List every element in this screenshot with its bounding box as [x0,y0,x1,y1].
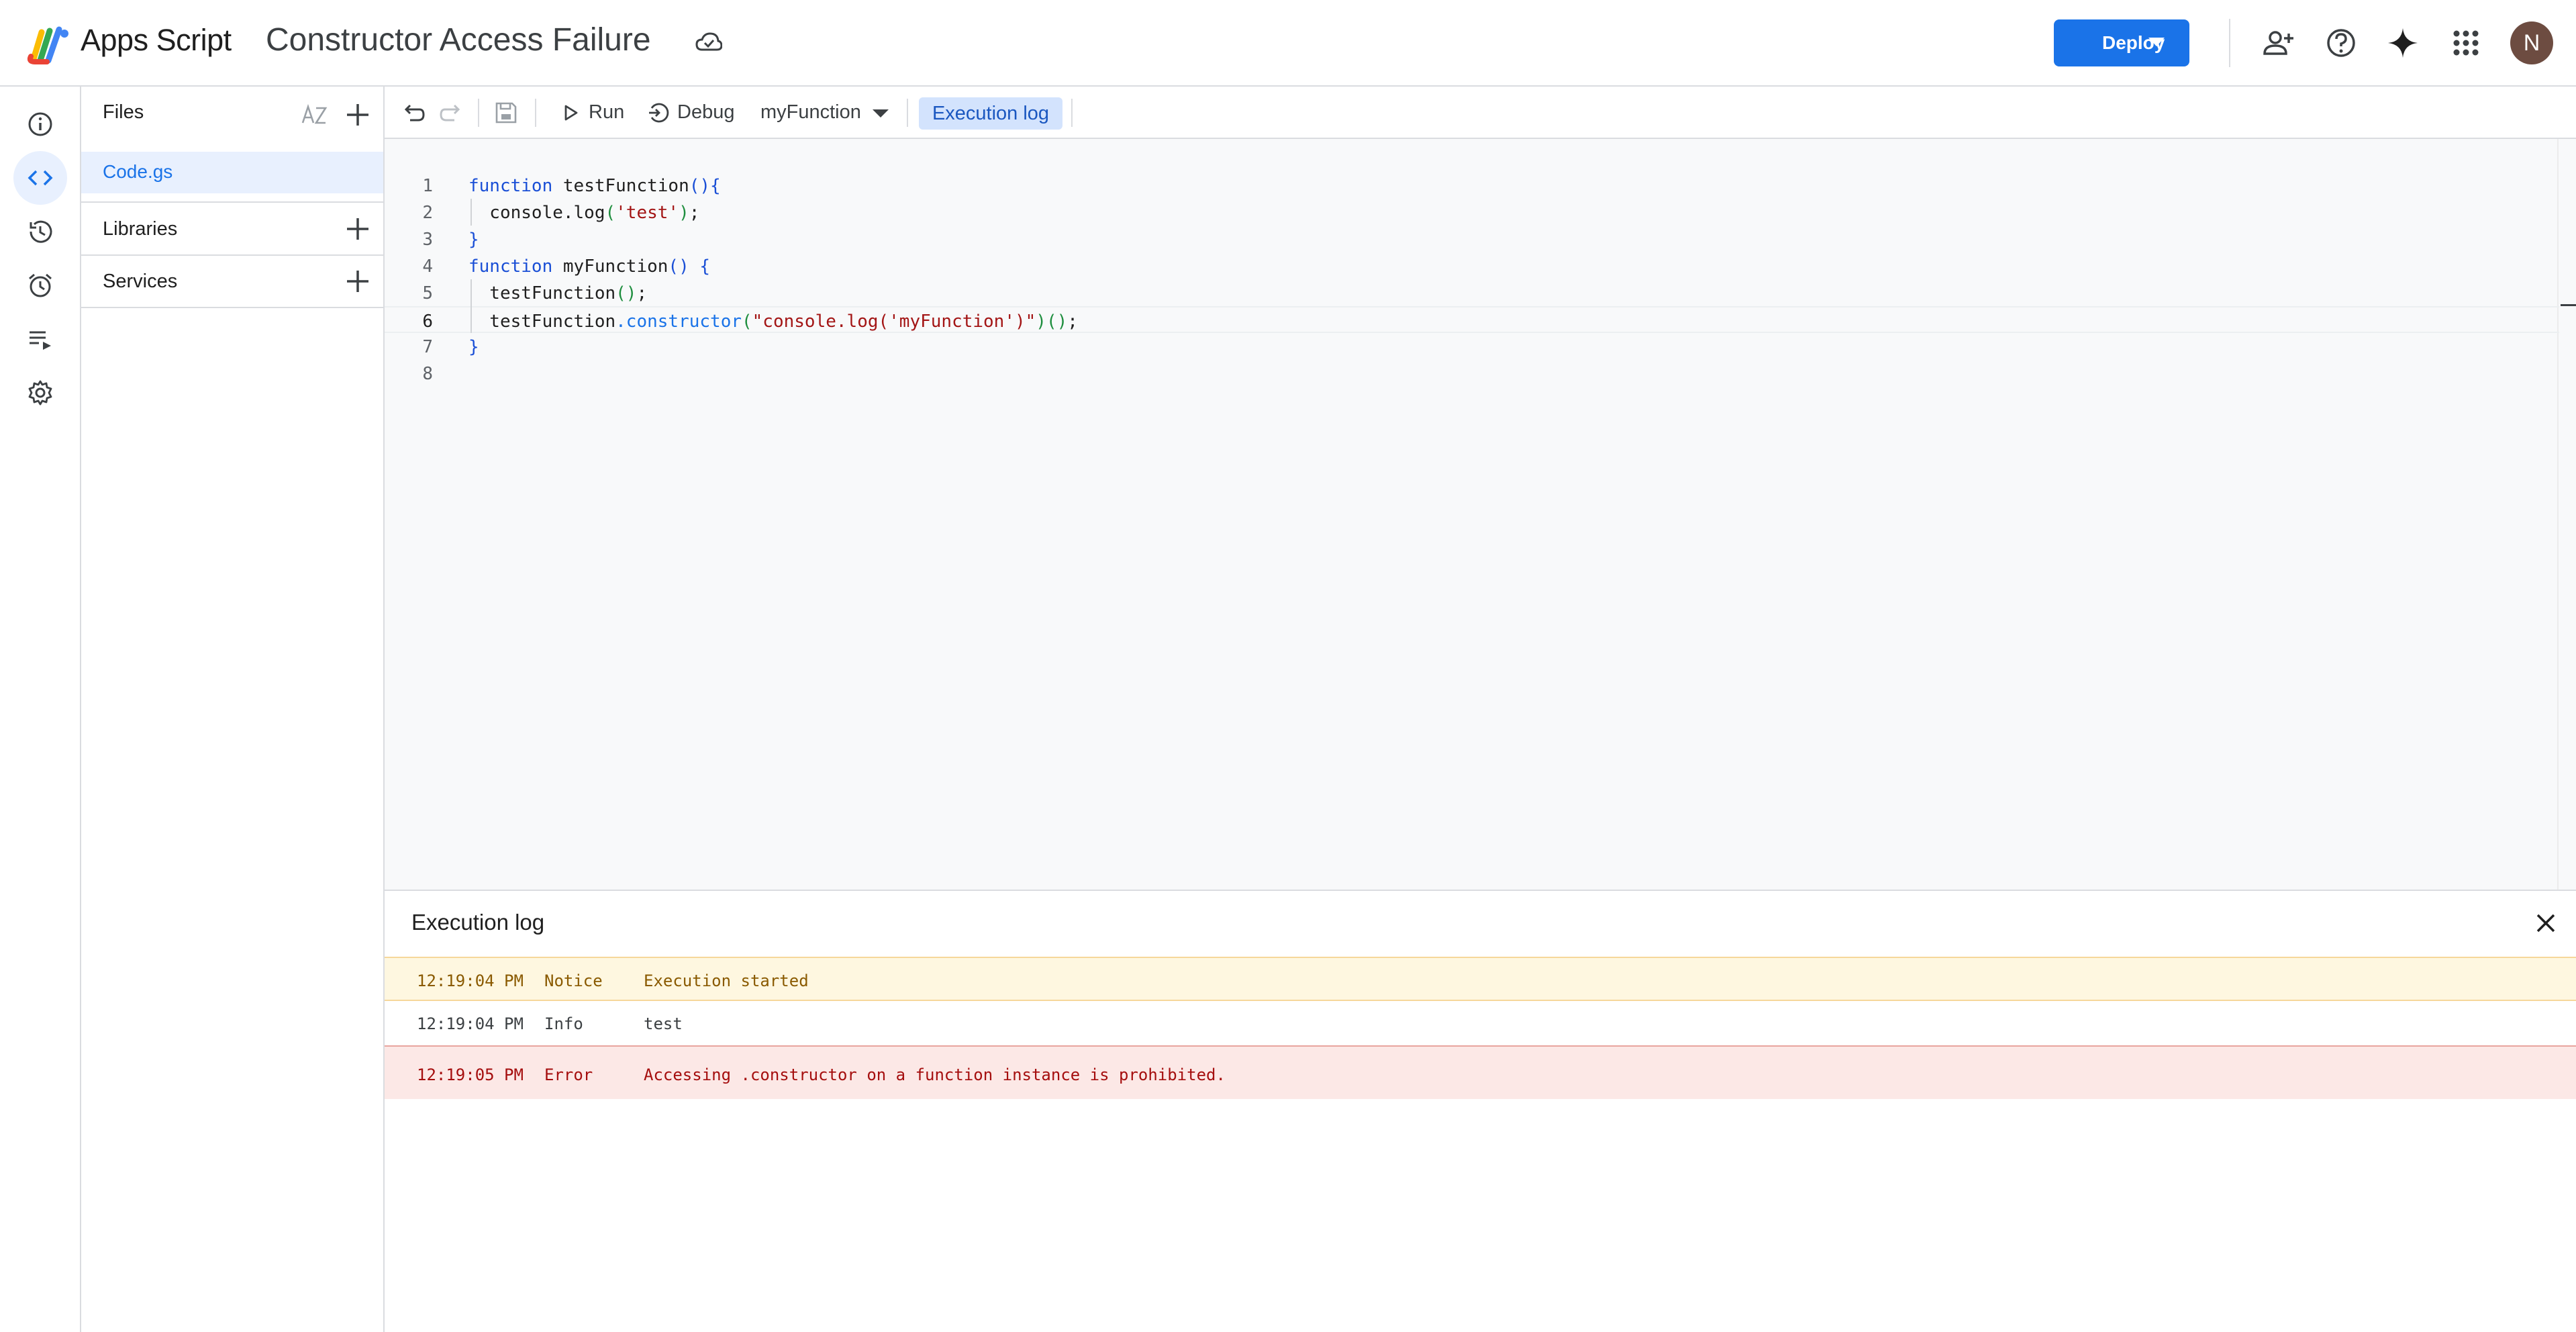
log-message: Accessing .constructor on a function ins… [644,1065,1226,1084]
code-editor[interactable]: 1 function testFunction(){ 2 console.log… [385,139,2576,890]
rail-item-settings[interactable] [13,366,67,420]
file-name: Code.gs [103,161,173,182]
apps-script-logo-icon[interactable] [27,24,71,64]
line-number: 6 [422,312,433,332]
execution-log-toggle[interactable]: Execution log [919,97,1062,130]
line-number: 7 [422,337,433,357]
chevron-down-icon[interactable] [2148,38,2165,46]
line-number: 2 [422,203,433,223]
code-text: function testFunction(){ [468,176,721,196]
info-icon [28,112,52,136]
header-divider [2229,19,2230,67]
code-line[interactable]: 5 testFunction(); [385,279,2559,306]
sort-az-icon[interactable] [300,100,330,130]
debug-button[interactable]: Debug [677,101,734,124]
execution-log-panel: Execution log 12:19:04 PM Notice Executi… [385,890,2576,1332]
save-icon[interactable] [493,100,519,126]
rail-item-overview[interactable] [13,97,67,151]
toolbar-separator [907,99,908,127]
undo-icon[interactable] [401,100,426,126]
panel-divider [81,307,383,308]
execution-log-title: Execution log [411,910,545,935]
line-number: 1 [422,176,433,196]
add-service-icon[interactable] [344,268,371,295]
navigation-rail [0,87,81,1332]
editor-toolbar: Run Debug myFunction Execution log [385,87,2576,139]
add-file-icon[interactable] [344,101,371,128]
line-number: 8 [422,364,433,384]
add-collaborator-icon[interactable] [2261,26,2295,60]
code-text: } [468,230,479,250]
overview-ruler-marker [2561,304,2576,306]
code-text: testFunction.constructor("console.log('m… [468,312,1078,332]
log-level: Error [544,1065,593,1084]
account-avatar[interactable]: N [2510,21,2553,64]
line-number: 4 [422,256,433,277]
panel-divider [81,254,383,256]
indent-guide [470,199,472,226]
log-level: Notice [544,971,603,990]
log-entry-notice: 12:19:04 PM Notice Execution started [385,957,2576,1001]
code-line[interactable]: 3 } [385,226,2559,252]
deploy-button[interactable]: Deploy [2054,19,2189,66]
services-title: Services [103,271,178,292]
play-icon[interactable] [560,103,581,123]
toolbar-separator [478,99,479,127]
libraries-title: Libraries [103,218,178,240]
indent-guide [470,279,472,333]
line-number: 5 [422,283,433,303]
cloud-saved-icon [695,32,722,51]
code-line[interactable]: 7 } [385,333,2559,360]
log-entry-info: 12:19:04 PM Info test [385,1001,2576,1045]
alarm-clock-icon [29,273,52,297]
code-text: } [468,337,479,357]
help-icon[interactable] [2324,26,2359,60]
chevron-down-icon[interactable] [873,109,889,117]
function-selector[interactable]: myFunction [760,101,861,124]
file-item-code-gs[interactable]: Code.gs [81,152,383,193]
code-icon [28,170,53,186]
debug-icon[interactable] [648,101,671,124]
toolbar-separator [1071,99,1073,127]
app-name[interactable]: Apps Script [81,23,232,58]
rail-item-editor[interactable] [13,151,67,205]
history-icon [30,220,52,243]
panel-divider [81,201,383,203]
playlist-play-icon [30,331,51,350]
log-level: Info [544,1014,583,1033]
top-app-bar: Apps Script Constructor Access Failure D… [0,0,2576,87]
close-icon[interactable] [2532,910,2559,937]
code-text: console.log('test'); [468,203,700,223]
code-text: function myFunction() { [468,256,711,277]
add-library-icon[interactable] [344,216,371,242]
rail-item-executions[interactable] [13,312,67,366]
apps-grid-icon[interactable] [2448,26,2483,60]
rail-item-history[interactable] [13,205,67,258]
log-entry-error: 12:19:05 PM Error Accessing .constructor… [385,1045,2576,1099]
code-line-current[interactable]: 6 testFunction.constructor("console.log(… [385,306,2559,333]
code-line[interactable]: 8 [385,360,2559,387]
log-message: Execution started [644,971,809,990]
log-message: test [644,1014,683,1033]
execution-log-toggle-label: Execution log [932,102,1050,124]
rail-item-triggers[interactable] [13,258,67,312]
code-line[interactable]: 1 function testFunction(){ [385,172,2559,199]
code-line[interactable]: 2 console.log('test'); [385,199,2559,226]
gemini-spark-icon[interactable] [2385,26,2420,60]
line-number: 3 [422,230,433,250]
code-line[interactable]: 4 function myFunction() { [385,252,2559,279]
redo-icon[interactable] [438,100,464,126]
files-title: Files [103,101,144,123]
log-time: 12:19:04 PM [417,1014,524,1033]
run-button[interactable]: Run [589,101,624,124]
code-text: testFunction(); [468,283,648,303]
log-time: 12:19:04 PM [417,971,524,990]
project-title[interactable]: Constructor Access Failure [266,21,651,58]
gear-icon [28,380,52,406]
log-time: 12:19:05 PM [417,1065,524,1084]
toolbar-separator [535,99,536,127]
files-panel: Files Code.gs Libraries Services [81,87,385,1332]
